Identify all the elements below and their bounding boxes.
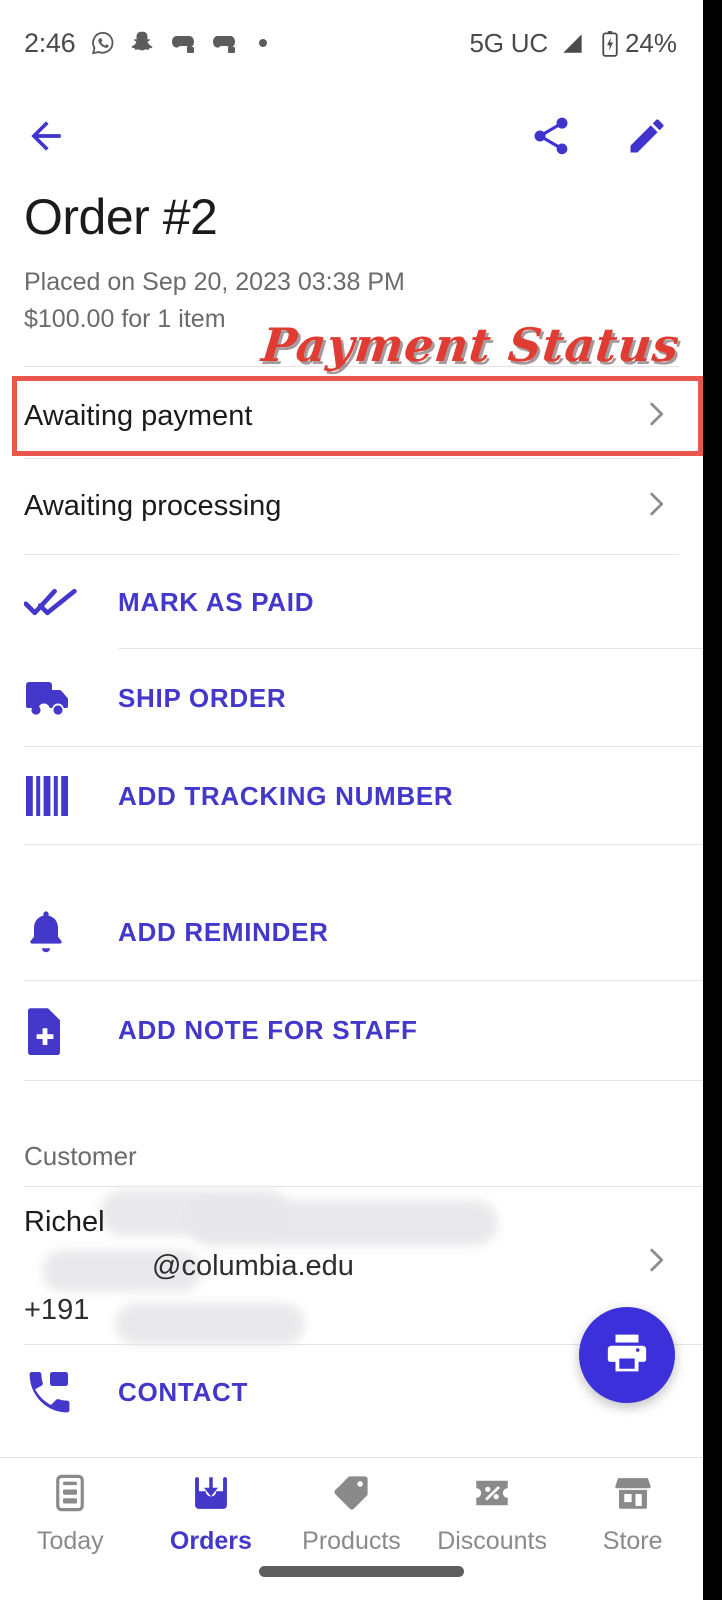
action-ship-order[interactable]: SHIP ORDER	[0, 650, 703, 746]
print-fab-button[interactable]	[579, 1307, 675, 1403]
note-add-icon	[0, 1005, 118, 1055]
order-placed-on: Placed on Sep 20, 2023 03:38 PM	[24, 268, 405, 296]
nav-item-label: Discounts	[437, 1527, 547, 1555]
game-controller-icon	[211, 32, 237, 54]
nav-item-products[interactable]: Products	[281, 1458, 422, 1556]
customer-detail-chevron[interactable]	[639, 1243, 673, 1282]
divider	[24, 844, 703, 845]
status-bar-right: 5G UC 24%	[469, 28, 677, 59]
back-button[interactable]	[24, 114, 68, 158]
dot-icon	[259, 39, 268, 47]
customer-email: @columbia.edu	[152, 1250, 354, 1282]
nav-item-discounts[interactable]: Discounts	[422, 1458, 563, 1556]
annotation-payment-status-label: Payment Status	[259, 318, 683, 372]
today-card-icon	[49, 1472, 91, 1519]
divider	[118, 648, 703, 649]
action-add-note-for-staff[interactable]: ADD NOTE FOR STAFF	[0, 982, 703, 1078]
divider	[24, 980, 703, 981]
percent-ticket-icon	[471, 1472, 513, 1519]
orders-inbox-icon	[190, 1472, 232, 1519]
storefront-icon	[612, 1472, 654, 1519]
action-add-reminder[interactable]: ADD REMINDER	[0, 884, 703, 980]
nav-item-label: Today	[36, 1527, 104, 1555]
status-row-awaiting-processing[interactable]: Awaiting processing	[0, 470, 703, 542]
page-title: Order #2	[24, 189, 218, 245]
edit-pencil-icon[interactable]	[625, 114, 669, 158]
divider	[24, 458, 679, 459]
nav-item-label: Products	[302, 1527, 401, 1555]
divider	[24, 746, 703, 747]
action-label: SHIP ORDER	[118, 682, 287, 713]
customer-phone: +191	[24, 1294, 90, 1326]
snapchat-icon	[131, 30, 155, 56]
action-label: CONTACT	[118, 1376, 249, 1407]
nav-item-today[interactable]: Today	[0, 1458, 141, 1556]
redaction-smudge	[115, 1303, 305, 1345]
action-label: ADD REMINDER	[118, 916, 329, 947]
order-header: Order #2 Placed on Sep 20, 2023 03:38 PM…	[0, 190, 703, 336]
action-add-tracking-number[interactable]: ADD TRACKING NUMBER	[0, 748, 703, 844]
divider	[24, 1186, 703, 1187]
bell-icon	[0, 909, 118, 955]
barcode-icon	[0, 774, 118, 818]
network-label: 5G UC	[469, 27, 548, 58]
battery-charging-icon	[601, 30, 619, 57]
share-icon[interactable]	[529, 114, 573, 158]
printer-icon	[604, 1330, 650, 1381]
app-bar-actions	[529, 114, 669, 158]
redaction-smudge	[188, 1200, 498, 1246]
bottom-navigation: Today Orders Products Discounts Store	[0, 1457, 703, 1570]
status-bar-clock: 2:46	[24, 27, 76, 58]
screen-right-black-band	[703, 0, 722, 1600]
divider	[24, 1080, 703, 1081]
signal-icon	[560, 30, 586, 56]
nav-item-label: Orders	[169, 1527, 252, 1555]
nav-item-orders[interactable]: Orders	[141, 1458, 282, 1556]
phone-in-talk-icon	[0, 1370, 118, 1414]
tag-icon	[330, 1472, 372, 1519]
game-controller-icon	[170, 32, 196, 54]
nav-item-label: Store	[602, 1527, 663, 1555]
status-row-label: Awaiting payment	[24, 399, 253, 432]
battery-percent-label: 24%	[624, 27, 677, 58]
status-row-awaiting-payment[interactable]: Awaiting payment	[0, 380, 703, 452]
whatsapp-icon	[90, 30, 116, 56]
truck-icon	[0, 678, 118, 718]
action-label: MARK AS PAID	[118, 586, 315, 617]
action-mark-as-paid[interactable]: MARK AS PAID	[0, 554, 703, 650]
app-bar	[0, 86, 703, 186]
chevron-right-icon	[639, 397, 673, 436]
action-label: ADD NOTE FOR STAFF	[118, 1014, 418, 1045]
nav-item-store[interactable]: Store	[562, 1458, 703, 1556]
status-bar-left: 2:46	[24, 27, 268, 59]
done-all-icon	[0, 582, 118, 622]
customer-section-label: Customer	[24, 1141, 137, 1171]
chevron-right-icon	[639, 1248, 673, 1281]
customer-name: Richel	[24, 1206, 105, 1238]
chevron-right-icon	[639, 487, 673, 526]
home-indicator[interactable]	[259, 1566, 464, 1577]
status-row-label: Awaiting processing	[24, 489, 282, 522]
status-bar: 2:46 5G UC 24%	[0, 0, 703, 86]
phone-screen: 2:46 5G UC 24% Order #2 Placed on Sep 20…	[0, 0, 703, 1600]
action-label: ADD TRACKING NUMBER	[118, 780, 454, 811]
